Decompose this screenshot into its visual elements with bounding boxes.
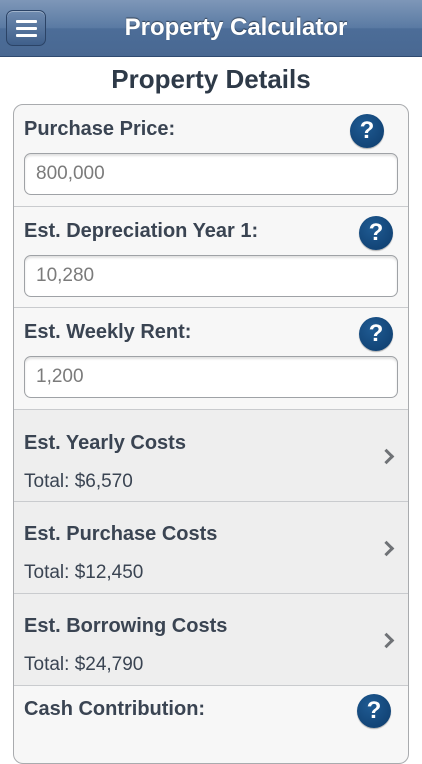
help-icon[interactable]: ? — [350, 114, 384, 148]
property-details-group: Purchase Price: ? 800,000 Est. Depreciat… — [13, 104, 409, 764]
yearly-costs-total: Total: $6,570 — [24, 471, 133, 492]
depreciation-label: Est. Depreciation Year 1: — [24, 220, 259, 242]
help-icon[interactable]: ? — [357, 694, 391, 728]
yearly-costs-row[interactable]: Est. Yearly Costs Total: $6,570 — [14, 410, 408, 502]
weekly-rent-row: Est. Weekly Rent: ? 1,200 — [14, 308, 408, 410]
hamburger-menu-icon[interactable] — [6, 10, 46, 46]
borrowing-costs-row[interactable]: Est. Borrowing Costs Total: $24,790 — [14, 594, 408, 686]
borrowing-costs-total: Total: $24,790 — [24, 654, 144, 675]
help-icon[interactable]: ? — [359, 216, 393, 250]
app-title: Property Calculator — [124, 14, 348, 41]
chevron-right-icon — [378, 540, 395, 557]
purchase-costs-total: Total: $12,450 — [24, 562, 144, 583]
chevron-right-icon — [378, 448, 395, 465]
weekly-rent-label: Est. Weekly Rent: — [24, 321, 192, 343]
purchase-price-label: Purchase Price: — [24, 118, 176, 140]
depreciation-input[interactable]: 10,280 — [24, 255, 398, 297]
depreciation-row: Est. Depreciation Year 1: ? 10,280 — [14, 207, 408, 308]
cash-contribution-label: Cash Contribution: — [24, 698, 206, 720]
page-title: Property Details — [111, 64, 311, 94]
borrowing-costs-label: Est. Borrowing Costs — [24, 615, 228, 637]
purchase-costs-row[interactable]: Est. Purchase Costs Total: $12,450 — [14, 502, 408, 594]
cash-contribution-row: Cash Contribution: ? — [14, 686, 408, 763]
purchase-price-row: Purchase Price: ? 800,000 — [14, 105, 408, 207]
help-icon[interactable]: ? — [359, 317, 393, 351]
navigation-bar: Property Calculator — [0, 0, 422, 57]
purchase-costs-label: Est. Purchase Costs — [24, 523, 218, 545]
weekly-rent-input[interactable]: 1,200 — [24, 356, 398, 398]
yearly-costs-label: Est. Yearly Costs — [24, 432, 186, 454]
purchase-price-input[interactable]: 800,000 — [24, 153, 398, 195]
chevron-right-icon — [378, 632, 395, 649]
